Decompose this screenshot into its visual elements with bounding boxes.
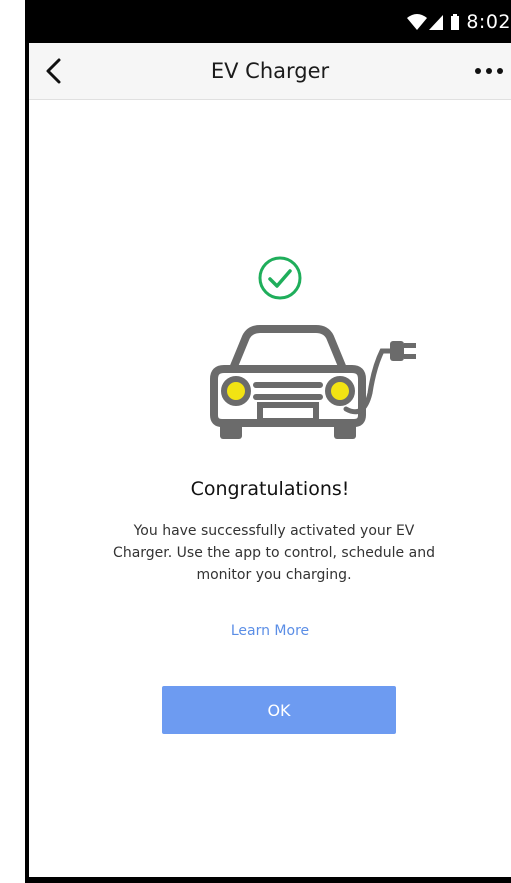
learn-more-link[interactable]: Learn More — [29, 623, 511, 639]
battery-icon — [451, 13, 460, 30]
success-message: You have successfully activated your EV … — [113, 523, 435, 583]
status-time: 8:02 — [466, 10, 511, 33]
bottom-border — [29, 877, 511, 883]
ok-button[interactable]: OK — [162, 686, 396, 734]
success-headline: Congratulations! — [190, 478, 350, 500]
wifi-icon — [407, 13, 428, 30]
more-horizontal-icon — [475, 68, 503, 74]
check-circle-icon — [258, 256, 302, 300]
device-frame: 8:02 EV Charger Congratulations! You hav… — [25, 0, 511, 883]
app-bar: EV Charger — [29, 43, 511, 100]
car-charging-icon — [210, 325, 416, 439]
more-menu-button[interactable] — [469, 55, 511, 87]
signal-icon — [429, 14, 444, 30]
status-icons: 8:02 — [406, 0, 511, 43]
page-title: EV Charger — [210, 59, 330, 83]
status-bar: 8:02 — [29, 0, 511, 43]
